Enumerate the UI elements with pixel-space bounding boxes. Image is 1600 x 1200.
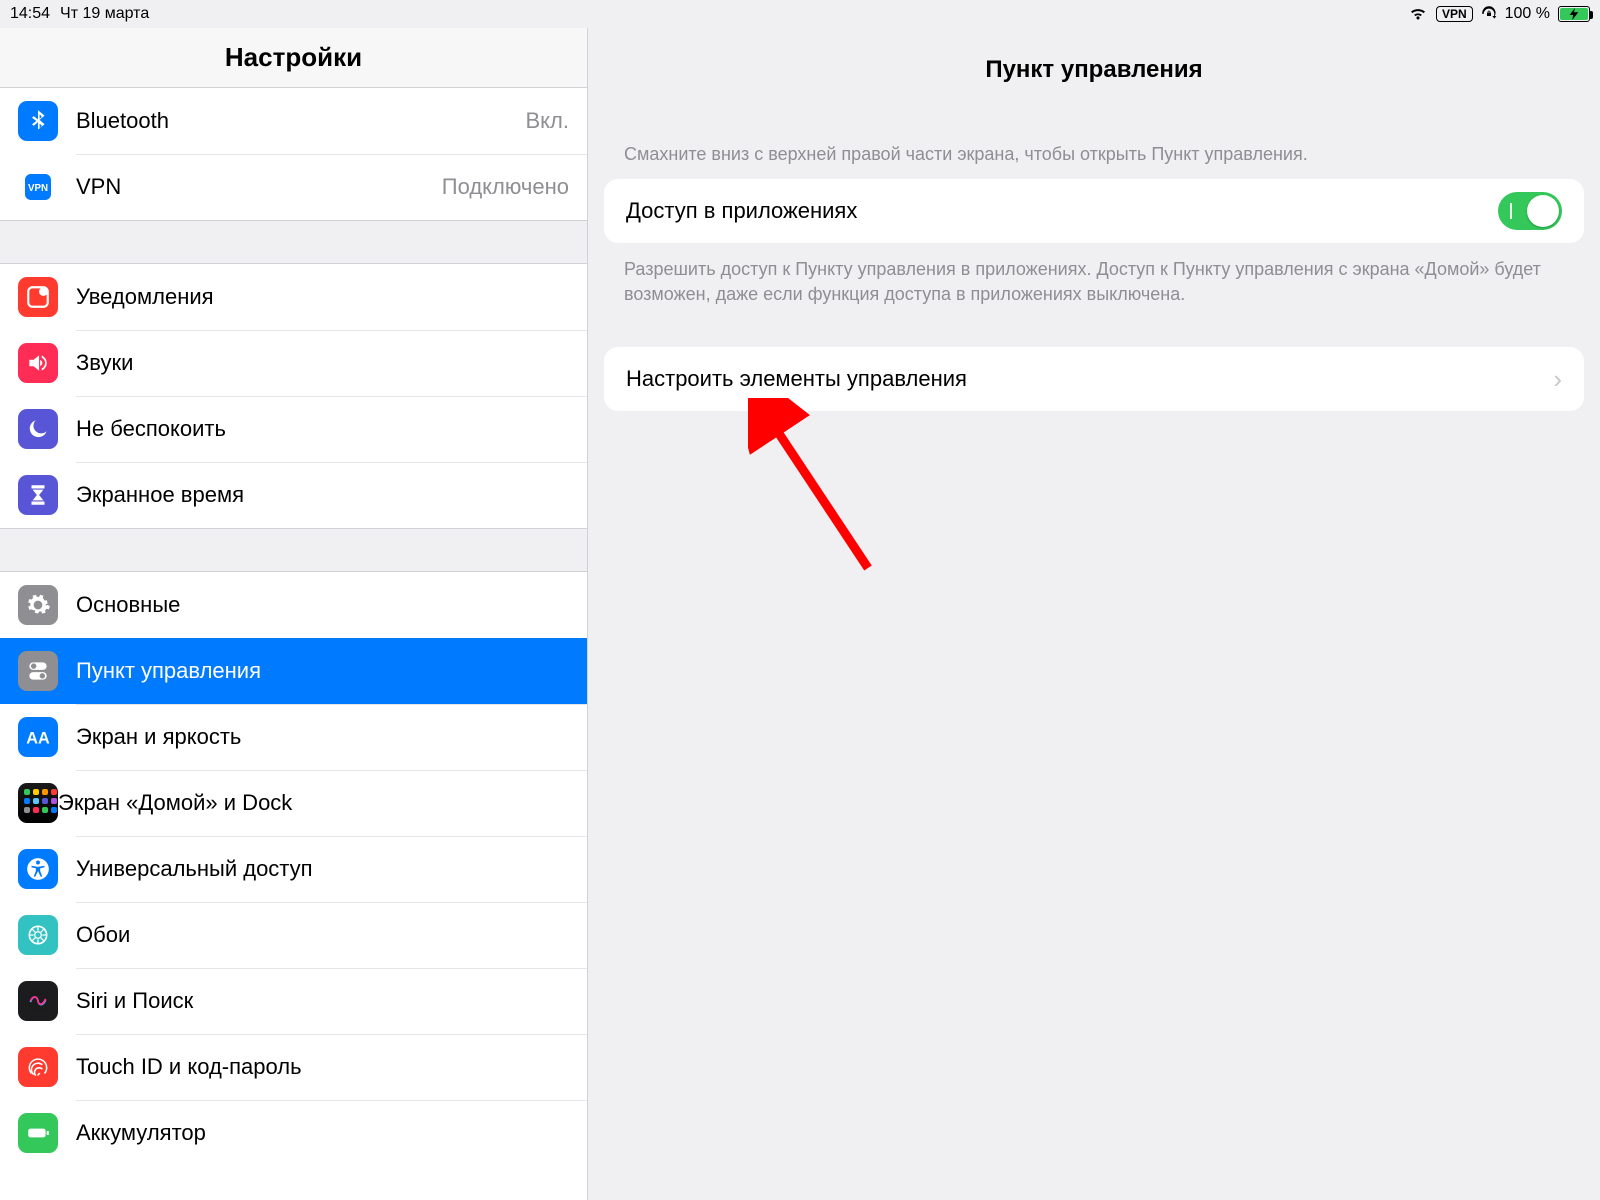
sidebar-item-label: Звуки <box>76 350 569 376</box>
accessibility-icon <box>18 849 58 889</box>
detail-hint: Смахните вниз с верхней правой части экр… <box>604 144 1584 179</box>
status-time: 14:54 <box>10 5 50 23</box>
sidebar-header: Настройки <box>0 28 587 88</box>
sidebar-item-bluetooth[interactable]: BluetoothВкл. <box>0 88 587 154</box>
sidebar-group-separator <box>0 528 587 572</box>
sidebar-item-home-dock[interactable]: Экран «Домой» и Dock <box>0 770 587 836</box>
sidebar-item-label: Уведомления <box>76 284 569 310</box>
svg-text:VPN: VPN <box>28 183 48 194</box>
sidebar-item-label: Обои <box>76 922 569 948</box>
battery-icon <box>1558 6 1590 22</box>
sidebar-item-dnd[interactable]: Не беспокоить <box>0 396 587 462</box>
sidebar-item-display[interactable]: AA Экран и яркость <box>0 704 587 770</box>
screentime-icon <box>18 475 58 515</box>
wifi-icon <box>1408 7 1428 21</box>
chevron-right-icon: › <box>1553 364 1562 395</box>
sounds-icon <box>18 343 58 383</box>
sidebar-item-screentime[interactable]: Экранное время <box>0 462 587 528</box>
sidebar-item-label: Touch ID и код-пароль <box>76 1054 569 1080</box>
siri-icon <box>18 981 58 1021</box>
sidebar-item-label: Основные <box>76 592 569 618</box>
battery-percent: 100 % <box>1505 5 1550 23</box>
touchid-icon <box>18 1047 58 1087</box>
svg-text:AA: AA <box>26 730 50 748</box>
sidebar-item-wallpaper[interactable]: Обои <box>0 902 587 968</box>
sidebar-item-label: Пункт управления <box>76 658 569 684</box>
sidebar-item-accessibility[interactable]: Универсальный доступ <box>0 836 587 902</box>
status-date: Чт 19 марта <box>60 5 149 23</box>
sidebar-item-controlcenter[interactable]: Пункт управления <box>0 638 587 704</box>
access-within-apps-footer: Разрешить доступ к Пункту управления в п… <box>604 243 1584 307</box>
wallpaper-icon <box>18 915 58 955</box>
sidebar-item-label: Экран «Домой» и Dock <box>58 790 569 816</box>
controlcenter-icon <box>18 651 58 691</box>
sidebar-item-value: Вкл. <box>526 108 570 134</box>
sidebar-item-touchid[interactable]: Touch ID и код-пароль <box>0 1034 587 1100</box>
dnd-icon <box>18 409 58 449</box>
display-icon: AA <box>18 717 58 757</box>
annotation-arrow <box>748 398 908 598</box>
sidebar-item-label: Bluetooth <box>76 108 526 134</box>
status-bar: 14:54 Чт 19 марта VPN 100 % <box>0 0 1600 28</box>
sidebar-item-siri[interactable]: Siri и Поиск <box>0 968 587 1034</box>
bluetooth-icon <box>18 101 58 141</box>
sidebar-item-label: Экран и яркость <box>76 724 569 750</box>
sidebar-group-separator <box>0 220 587 264</box>
sidebar-item-label: VPN <box>76 174 442 200</box>
sidebar-item-label: Экранное время <box>76 482 569 508</box>
sidebar-item-general[interactable]: Основные <box>0 572 587 638</box>
sidebar-item-value: Подключено <box>442 174 569 200</box>
vpn-badge: VPN <box>1436 6 1473 22</box>
orientation-lock-icon <box>1481 6 1497 22</box>
sidebar-item-vpn[interactable]: VPNVPNПодключено <box>0 154 587 220</box>
detail-pane: Пункт управления Смахните вниз с верхней… <box>588 28 1600 1200</box>
sidebar-item-label: Siri и Поиск <box>76 988 569 1014</box>
customize-controls-label: Настроить элементы управления <box>626 366 1553 392</box>
sidebar-item-label: Не беспокоить <box>76 416 569 442</box>
battery-icon <box>18 1113 58 1153</box>
sidebar-item-battery[interactable]: Аккумулятор <box>0 1100 587 1166</box>
sidebar-item-sounds[interactable]: Звуки <box>0 330 587 396</box>
settings-sidebar[interactable]: Настройки BluetoothВкл.VPNVPNПодключеноУ… <box>0 28 588 1200</box>
sidebar-title: Настройки <box>0 42 587 73</box>
general-icon <box>18 585 58 625</box>
sidebar-item-label: Универсальный доступ <box>76 856 569 882</box>
customize-controls-card: Настроить элементы управления › <box>604 347 1584 411</box>
vpn-icon: VPN <box>18 167 58 207</box>
customize-controls-row[interactable]: Настроить элементы управления › <box>604 347 1584 411</box>
detail-title: Пункт управления <box>604 28 1584 144</box>
notifications-icon <box>18 277 58 317</box>
access-within-apps-label: Доступ в приложениях <box>626 198 1498 224</box>
sidebar-item-label: Аккумулятор <box>76 1120 569 1146</box>
access-within-apps-row[interactable]: Доступ в приложениях <box>604 179 1584 243</box>
sidebar-item-notifications[interactable]: Уведомления <box>0 264 587 330</box>
access-within-apps-toggle[interactable] <box>1498 192 1562 230</box>
access-within-apps-card: Доступ в приложениях <box>604 179 1584 243</box>
